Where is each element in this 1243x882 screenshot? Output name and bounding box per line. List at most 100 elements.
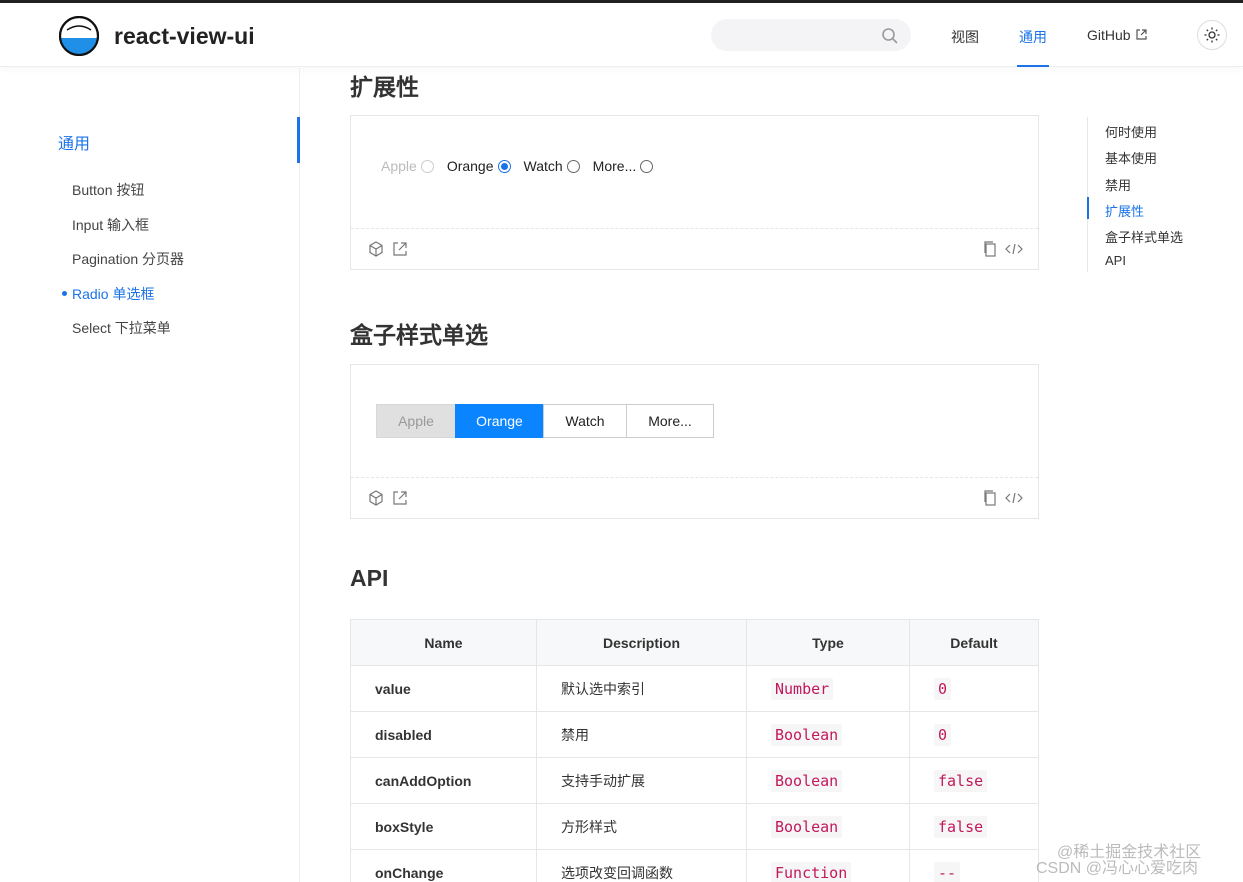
cell-default: -- — [909, 849, 1039, 882]
radio-group: Apple Orange Watch More... — [381, 158, 666, 174]
toc-item-box-style[interactable]: 盒子样式单选 — [1105, 227, 1183, 246]
nav-general[interactable]: 通用 — [1019, 27, 1047, 47]
column-header-name: Name — [350, 619, 537, 666]
watermark-csdn: CSDN @冯心心爱吃肉 — [1036, 860, 1199, 877]
table-row: onChange 选项改变回调函数 Function -- — [350, 849, 1039, 882]
toc-item-basic-usage[interactable]: 基本使用 — [1105, 148, 1157, 167]
nav-github-label: GitHub — [1087, 27, 1131, 43]
logo-icon[interactable] — [58, 16, 100, 56]
box-radio-group: Apple Orange Watch More... — [376, 404, 714, 438]
radio-option-label: Apple — [381, 158, 417, 174]
default-code: 0 — [934, 723, 952, 746]
table-of-contents: 何时使用 基本使用 禁用 扩展性 盒子样式单选 API — [1087, 117, 1227, 272]
open-external-icon[interactable] — [392, 490, 408, 506]
radio-option-orange[interactable]: Orange — [447, 158, 511, 174]
sidebar-item-button[interactable]: Button 按钮 — [72, 180, 144, 200]
site-header: react-view-ui 视图 通用 GitHub — [0, 3, 1243, 67]
cell-name: value — [350, 665, 537, 712]
demo-preview: Apple Orange Watch More... — [351, 365, 1038, 478]
sidebar: 通用 Button 按钮 Input 输入框 Pagination 分页器 Ra… — [0, 68, 300, 882]
radio-option-label: More... — [592, 158, 637, 174]
copy-icon[interactable] — [983, 241, 997, 257]
column-header-default: Default — [909, 619, 1039, 666]
radio-circle — [420, 159, 434, 173]
cell-name: canAddOption — [350, 757, 537, 804]
default-code: false — [934, 815, 988, 838]
sidebar-item-select[interactable]: Select 下拉菜单 — [72, 318, 171, 338]
type-code: Number — [771, 677, 834, 700]
section-title-box-style: 盒子样式单选 — [350, 322, 488, 348]
demo-toolbar — [351, 229, 1038, 269]
table-header-row: Name Description Type Default — [350, 619, 1039, 666]
column-header-description: Description — [536, 619, 747, 666]
radio-circle[interactable] — [497, 159, 511, 173]
type-code: Function — [771, 861, 852, 882]
default-code: false — [934, 769, 988, 792]
box-option-orange[interactable]: Orange — [455, 404, 544, 438]
default-code: -- — [934, 861, 961, 882]
cell-default: false — [909, 803, 1039, 850]
brand-name[interactable]: react-view-ui — [114, 23, 255, 50]
cell-type: Boolean — [746, 711, 910, 758]
demo-extensibility: Apple Orange Watch More... — [350, 115, 1039, 270]
cell-type: Number — [746, 665, 910, 712]
toc-item-when-to-use[interactable]: 何时使用 — [1105, 122, 1157, 141]
cell-type: Function — [746, 849, 910, 882]
codesandbox-icon[interactable] — [368, 241, 384, 257]
cell-description: 禁用 — [536, 711, 747, 758]
sidebar-group-title[interactable]: 通用 — [58, 130, 90, 154]
type-code: Boolean — [771, 723, 843, 746]
cell-description: 方形样式 — [536, 803, 747, 850]
cell-description: 支持手动扩展 — [536, 757, 747, 804]
toc-item-extensibility[interactable]: 扩展性 — [1105, 201, 1144, 220]
cell-description: 选项改变回调函数 — [536, 849, 747, 882]
theme-toggle-button[interactable] — [1197, 20, 1227, 50]
nav-github[interactable]: GitHub — [1087, 27, 1148, 43]
radio-option-apple: Apple — [381, 158, 434, 174]
box-option-watch[interactable]: Watch — [543, 404, 627, 438]
radio-option-watch[interactable]: Watch — [524, 158, 580, 174]
nav-view[interactable]: 视图 — [951, 27, 979, 47]
section-title-extensibility: 扩展性 — [350, 74, 419, 100]
table-row: disabled 禁用 Boolean 0 — [350, 711, 1039, 758]
copy-icon[interactable] — [983, 490, 997, 506]
box-option-more[interactable]: More... — [626, 404, 714, 438]
type-code: Boolean — [771, 769, 843, 792]
table-row: value 默认选中索引 Number 0 — [350, 665, 1039, 712]
code-icon[interactable] — [1005, 241, 1023, 257]
toc-item-disabled[interactable]: 禁用 — [1105, 175, 1131, 194]
sidebar-item-radio[interactable]: Radio 单选框 — [72, 284, 154, 304]
code-icon[interactable] — [1005, 490, 1023, 506]
radio-option-more[interactable]: More... — [593, 158, 654, 174]
cell-type: Boolean — [746, 803, 910, 850]
open-external-icon[interactable] — [392, 241, 408, 257]
sidebar-item-pagination[interactable]: Pagination 分页器 — [72, 249, 184, 269]
toc-item-api[interactable]: API — [1105, 253, 1126, 268]
search-icon — [882, 28, 898, 44]
box-option-apple: Apple — [376, 404, 456, 438]
sidebar-active-indicator — [297, 117, 300, 163]
radio-option-label: Orange — [446, 158, 494, 174]
table-row: canAddOption 支持手动扩展 Boolean false — [350, 757, 1039, 804]
radio-circle[interactable] — [566, 159, 580, 173]
cell-description: 默认选中索引 — [536, 665, 747, 712]
type-code: Boolean — [771, 815, 843, 838]
toc-active-indicator — [1087, 197, 1089, 219]
section-title-api: API — [350, 565, 389, 591]
active-dot-icon — [62, 291, 67, 296]
cell-default: 0 — [909, 711, 1039, 758]
cell-name: boxStyle — [350, 803, 537, 850]
demo-box-style: Apple Orange Watch More... — [350, 364, 1039, 519]
external-link-icon — [1136, 29, 1148, 40]
cell-name: disabled — [350, 711, 537, 758]
cell-type: Boolean — [746, 757, 910, 804]
sidebar-item-input[interactable]: Input 输入框 — [72, 215, 149, 235]
cell-default: false — [909, 757, 1039, 804]
sun-icon — [1204, 27, 1220, 43]
cell-name: onChange — [350, 849, 537, 882]
codesandbox-icon[interactable] — [368, 490, 384, 506]
radio-circle[interactable] — [640, 159, 654, 173]
search-input[interactable] — [711, 19, 911, 51]
radio-option-label: Watch — [523, 158, 563, 174]
demo-preview: Apple Orange Watch More... — [351, 116, 1038, 229]
